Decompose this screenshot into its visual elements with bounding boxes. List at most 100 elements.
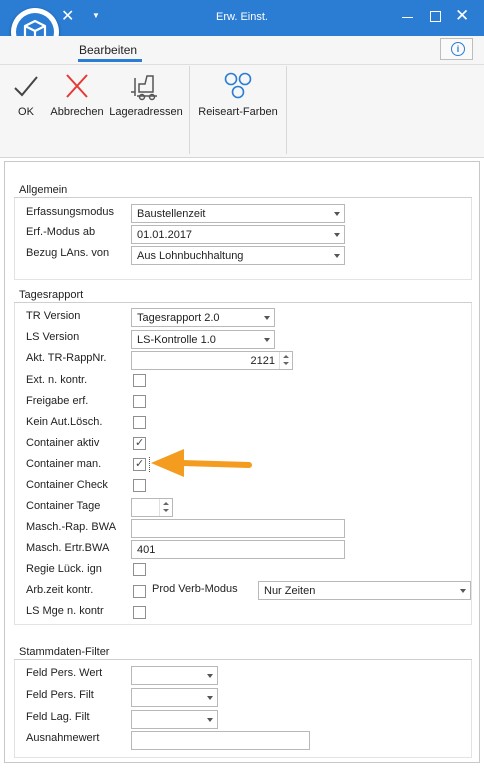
abbrechen-label: Abbrechen <box>50 106 104 118</box>
abbrechen-button[interactable]: Abbrechen <box>48 70 106 130</box>
ls-version-label: LS Version <box>26 331 80 343</box>
lageradressen-button[interactable]: Lageradressen <box>107 70 185 130</box>
ls-version-value: LS-Kontrolle 1.0 <box>137 334 216 346</box>
group-header: Allgemein <box>14 178 472 198</box>
feld-lag-filt-label: Feld Lag. Filt <box>26 711 90 723</box>
spin-up-icon[interactable] <box>283 355 289 358</box>
masch-rap-bwa-label: Masch.-Rap. BWA <box>26 521 117 533</box>
ls-mge-n-kontr-checkbox[interactable] <box>133 606 146 619</box>
masch-ertr-bwa-input[interactable]: 401 <box>131 540 345 559</box>
minimize-button[interactable] <box>402 17 413 18</box>
container-tage-label: Container Tage <box>26 500 101 512</box>
freigabe-erf-label: Freigabe erf. <box>26 395 89 407</box>
chevron-down-icon <box>207 696 213 700</box>
akt-tr-rappnr-spinner[interactable]: 2121 <box>131 351 293 370</box>
ausnahmewert-input[interactable] <box>131 731 310 750</box>
arb-zeit-kontr-checkbox[interactable] <box>133 585 146 598</box>
ok-button[interactable]: OK <box>4 70 48 130</box>
tab-bearbeiten[interactable]: Bearbeiten <box>79 43 137 57</box>
chevron-down-icon <box>207 718 213 722</box>
feld-pers-filt-label: Feld Pers. Filt <box>26 689 94 701</box>
group-title-stammdaten: Stammdaten-Filter <box>19 646 110 658</box>
akt-tr-rappnr-value: 2121 <box>250 355 275 367</box>
info-icon: i <box>451 42 465 56</box>
tr-version-value: Tagesrapport 2.0 <box>137 312 220 324</box>
group-header: Stammdaten-Filter <box>14 640 472 660</box>
erf-modus-ab-date[interactable]: 01.01.2017 <box>131 225 345 244</box>
akt-tr-rappnr-label: Akt. TR-RappNr. <box>26 352 107 364</box>
feld-pers-filt-select[interactable] <box>131 688 218 707</box>
forklift-icon <box>107 70 185 102</box>
spin-buttons[interactable] <box>159 499 172 516</box>
group-title-tagesrapport: Tagesrapport <box>19 289 84 301</box>
bezug-lans-select[interactable]: Aus Lohnbuchhaltung <box>131 246 345 265</box>
checkmark-icon: ✓ <box>135 458 145 470</box>
reiseart-farben-button[interactable]: Reiseart-Farben <box>194 70 282 130</box>
container-aktiv-label: Container aktiv <box>26 437 100 449</box>
close-button[interactable]: ✕ <box>455 7 469 24</box>
chevron-down-icon <box>334 233 340 237</box>
tr-version-select[interactable]: Tagesrapport 2.0 <box>131 308 275 327</box>
spin-down-icon[interactable] <box>163 509 169 512</box>
bezug-lans-value: Aus Lohnbuchhaltung <box>137 250 244 262</box>
ribbon-separator <box>189 66 190 154</box>
active-tab-indicator <box>78 59 142 62</box>
container-check-checkbox[interactable] <box>133 479 146 492</box>
spin-buttons[interactable] <box>279 352 292 369</box>
circles-icon <box>194 70 282 102</box>
ausnahmewert-label: Ausnahmewert <box>26 732 100 744</box>
container-tage-spinner[interactable] <box>131 498 173 517</box>
bezug-lans-label: Bezug LAns. von <box>26 247 110 259</box>
ribbon: Bearbeiten i OK Abbrechen Lageradressen <box>0 36 484 158</box>
erfassungsmodus-select[interactable]: Baustellenzeit <box>131 204 345 223</box>
checkmark-icon <box>4 70 48 102</box>
regie-lueck-ign-label: Regie Lück. ign <box>26 563 102 575</box>
masch-rap-bwa-input[interactable] <box>131 519 345 538</box>
checkmark-icon: ✓ <box>135 437 145 449</box>
kein-aut-loesch-checkbox[interactable] <box>133 416 146 429</box>
title-bar: ✕ ▼ Erw. Einst. ✕ <box>0 0 484 36</box>
ls-mge-n-kontr-label: LS Mge n. kontr <box>26 605 104 617</box>
erfassungsmodus-label: Erfassungsmodus <box>26 206 115 218</box>
ribbon-divider <box>0 64 484 65</box>
spin-up-icon[interactable] <box>163 502 169 505</box>
feld-lag-filt-select[interactable] <box>131 710 218 729</box>
erf-modus-ab-label: Erf.-Modus ab <box>26 226 96 238</box>
kein-aut-loesch-label: Kein Aut.Lösch. <box>26 416 103 428</box>
prod-verb-modus-label: Prod Verb-Modus <box>152 583 238 595</box>
lageradressen-label: Lageradressen <box>109 106 183 118</box>
ext-n-kontr-checkbox[interactable] <box>133 374 146 387</box>
container-aktiv-checkbox[interactable]: ✓ <box>133 437 146 450</box>
container-man-label: Container man. <box>26 458 102 470</box>
erf-modus-ab-value: 01.01.2017 <box>137 229 193 241</box>
spin-down-icon[interactable] <box>283 362 289 365</box>
maximize-button[interactable] <box>430 11 441 22</box>
arb-zeit-kontr-label: Arb.zeit kontr. <box>26 584 94 596</box>
freigabe-erf-checkbox[interactable] <box>133 395 146 408</box>
masch-ertr-bwa-value: 401 <box>137 544 156 556</box>
ribbon-separator-2 <box>286 66 287 154</box>
chevron-down-icon <box>264 316 270 320</box>
chevron-down-icon <box>460 589 466 593</box>
feld-pers-wert-label: Feld Pers. Wert <box>26 667 103 679</box>
group-title-allgemein: Allgemein <box>19 184 68 196</box>
chevron-down-icon <box>334 212 340 216</box>
chevron-down-icon <box>207 674 213 678</box>
prod-verb-modus-value: Nur Zeiten <box>264 585 316 597</box>
prod-verb-modus-select[interactable]: Nur Zeiten <box>258 581 471 600</box>
ext-n-kontr-label: Ext. n. kontr. <box>26 374 88 386</box>
annotation-arrow-icon <box>148 445 252 484</box>
reiseart-farben-label: Reiseart-Farben <box>198 106 278 118</box>
erfassungsmodus-value: Baustellenzeit <box>137 208 206 220</box>
chevron-down-icon <box>334 254 340 258</box>
container-man-checkbox[interactable]: ✓ <box>133 458 146 471</box>
regie-lueck-ign-checkbox[interactable] <box>133 563 146 576</box>
feld-pers-wert-select[interactable] <box>131 666 218 685</box>
info-button[interactable]: i <box>440 38 473 60</box>
chevron-down-icon <box>264 338 270 342</box>
container-check-label: Container Check <box>26 479 108 491</box>
ls-version-select[interactable]: LS-Kontrolle 1.0 <box>131 330 275 349</box>
group-header: Tagesrapport <box>14 283 472 303</box>
cross-icon <box>48 70 106 102</box>
tr-version-label: TR Version <box>26 310 81 322</box>
